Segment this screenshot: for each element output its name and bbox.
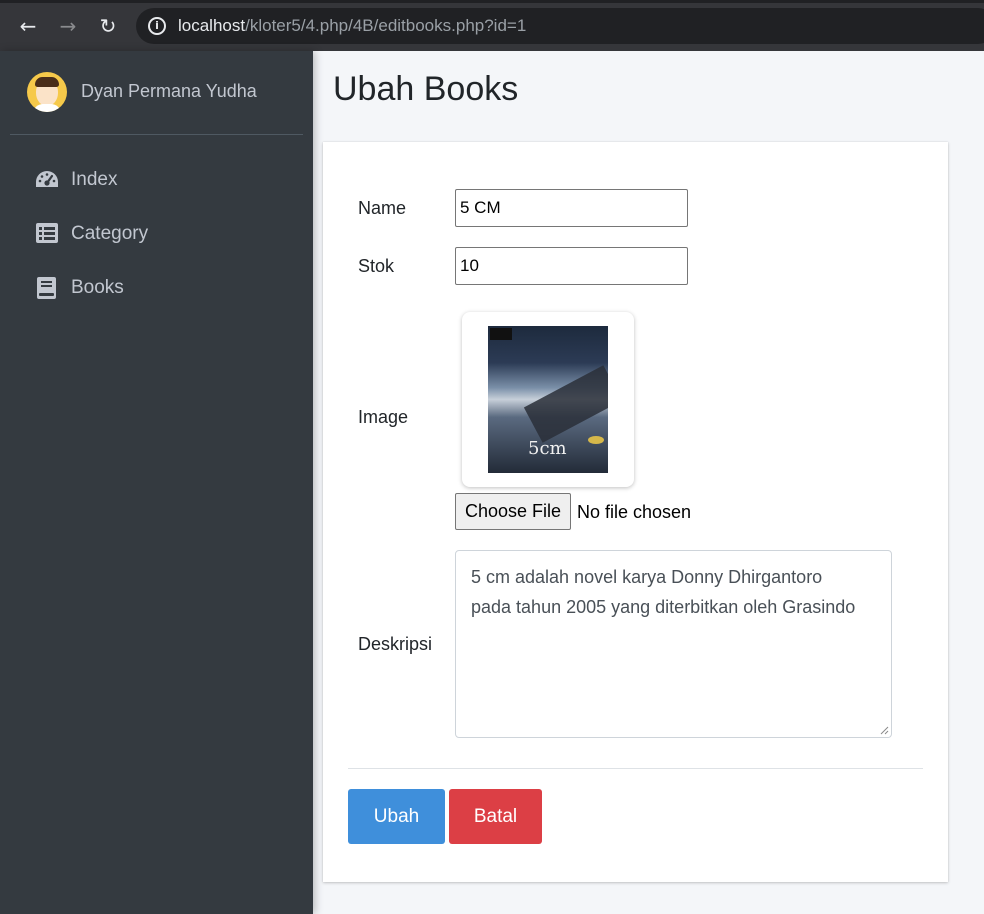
info-icon[interactable]: i bbox=[148, 17, 166, 35]
deskripsi-textarea[interactable]: 5 cm adalah novel karya Donny Dhirgantor… bbox=[455, 550, 892, 738]
avatar-shirt bbox=[33, 104, 61, 112]
url-text[interactable]: localhost/kloter5/4.php/4B/editbooks.php… bbox=[178, 16, 526, 36]
choose-file-button[interactable]: Choose File bbox=[455, 493, 571, 530]
sidebar: Dyan Permana Yudha Index Category Books bbox=[0, 51, 313, 914]
sidebar-item-label: Category bbox=[71, 223, 149, 244]
cover-title-text: 5cm bbox=[528, 438, 567, 459]
file-status-text: No file chosen bbox=[577, 502, 692, 522]
resize-grip-icon[interactable] bbox=[879, 725, 889, 735]
tab-strip-edge bbox=[0, 0, 984, 3]
book-icon bbox=[34, 277, 60, 299]
page-title: Ubah Books bbox=[333, 70, 519, 108]
address-bar[interactable]: i localhost/kloter5/4.php/4B/editbooks.p… bbox=[136, 8, 984, 44]
batal-button[interactable]: Batal bbox=[449, 789, 542, 844]
arrow-right-icon[interactable]: → bbox=[56, 14, 80, 38]
url-path: /kloter5/4.php/4B/editbooks.php?id=1 bbox=[245, 16, 527, 35]
arrow-left-icon[interactable]: ← bbox=[16, 14, 40, 38]
sidebar-item-category[interactable]: Category bbox=[22, 214, 303, 254]
tachometer-icon bbox=[34, 169, 60, 191]
url-host: localhost bbox=[178, 16, 246, 35]
ubah-button[interactable]: Ubah bbox=[348, 789, 445, 844]
user-name[interactable]: Dyan Permana Yudha bbox=[81, 81, 257, 102]
avatar-hair bbox=[35, 77, 59, 87]
name-field[interactable]: 5 CM bbox=[455, 189, 688, 227]
cover-mountain bbox=[523, 365, 608, 443]
name-label: Name bbox=[358, 198, 407, 218]
deskripsi-label: Deskripsi bbox=[358, 634, 433, 654]
stok-field[interactable]: 10 bbox=[455, 247, 688, 285]
reload-icon[interactable]: ↻ bbox=[96, 14, 120, 38]
stok-label: Stok bbox=[358, 256, 395, 276]
avatar[interactable] bbox=[27, 72, 67, 112]
cover-logo bbox=[490, 328, 512, 340]
cover-badge bbox=[588, 436, 604, 444]
sidebar-item-books[interactable]: Books bbox=[22, 268, 303, 308]
image-label: Image bbox=[358, 407, 409, 427]
sidebar-item-label: Index bbox=[71, 169, 118, 190]
user-panel: Dyan Permana Yudha bbox=[10, 51, 303, 135]
list-icon bbox=[34, 223, 60, 245]
sidebar-item-index[interactable]: Index bbox=[22, 160, 303, 200]
deskripsi-line-2: pada tahun 2005 yang diterbitkan oleh Gr… bbox=[471, 597, 856, 617]
sidebar-item-label: Books bbox=[71, 277, 124, 298]
form-divider bbox=[348, 768, 923, 769]
browser-toolbar: ← → ↻ i localhost/kloter5/4.php/4B/editb… bbox=[0, 0, 984, 51]
book-cover-thumbnail: 5cm bbox=[462, 312, 634, 487]
book-cover-image: 5cm bbox=[488, 326, 608, 473]
deskripsi-line-1: 5 cm adalah novel karya Donny Dhirgantor… bbox=[471, 567, 823, 587]
